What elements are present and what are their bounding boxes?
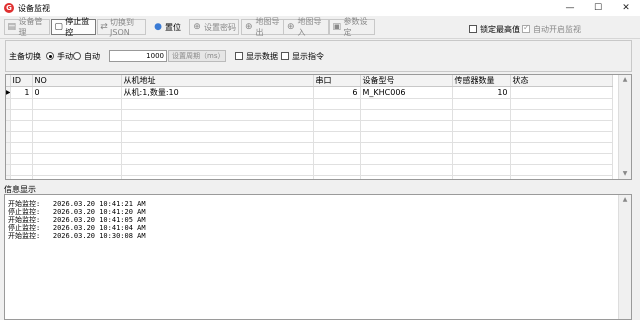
table-row-empty bbox=[6, 175, 613, 179]
map-import-label: 地图导入 bbox=[297, 17, 322, 37]
app-logo-icon: G bbox=[4, 3, 14, 13]
table-row-empty bbox=[6, 120, 613, 132]
show-data-checkbox[interactable] bbox=[235, 52, 243, 60]
cell-no[interactable]: 0 bbox=[32, 86, 122, 99]
scroll-up-arrow-icon[interactable]: ▲ bbox=[619, 75, 631, 85]
column-header-id[interactable]: ID bbox=[10, 75, 33, 87]
auto-start-monitor-checkbox[interactable] bbox=[522, 23, 530, 33]
password-icon: ⊕ bbox=[193, 22, 201, 32]
settings-icon: ▣ bbox=[332, 22, 342, 32]
cell-sensor-count[interactable]: 10 bbox=[452, 86, 511, 99]
lock-max-checkbox[interactable] bbox=[469, 25, 477, 33]
table-header-row: ID NO 从机地址 串口 设备型号 传感器数量 状态 bbox=[6, 75, 613, 87]
minimize-button[interactable]: — bbox=[556, 0, 584, 16]
stop-monitor-label: 停止监控 bbox=[65, 17, 90, 37]
reset-label: 置位 bbox=[165, 22, 181, 32]
map-export-button[interactable]: ⊕ 地图导出 bbox=[241, 17, 287, 37]
manual-label: 手动 bbox=[57, 52, 73, 61]
interval-input[interactable]: 1000 bbox=[109, 50, 167, 62]
cell-port[interactable]: 6 bbox=[313, 86, 361, 99]
column-header-sensor-count[interactable]: 传感器数量 bbox=[452, 75, 511, 87]
column-header-device-model[interactable]: 设备型号 bbox=[360, 75, 453, 87]
auto-start-monitor-label: 自动开启监视 bbox=[533, 25, 581, 34]
reset-button[interactable]: ● 置位 bbox=[150, 19, 186, 35]
table-row-empty bbox=[6, 153, 613, 165]
map-export-label: 地图导出 bbox=[255, 17, 280, 37]
table-row-empty bbox=[6, 131, 613, 143]
auto-label: 自动 bbox=[84, 52, 100, 61]
lock-max-label: 锁定最高值 bbox=[480, 25, 520, 34]
cell-id[interactable]: 1 bbox=[10, 86, 33, 99]
stop-monitor-button[interactable]: ▢ 停止监控 bbox=[51, 17, 96, 37]
set-password-button[interactable]: ⊕ 设置密码 bbox=[189, 19, 239, 35]
show-command-checkbox[interactable] bbox=[281, 52, 289, 60]
table-row[interactable]: ▶ 1 0 从机:1,数量:10 6 M_KHC006 10 bbox=[6, 86, 613, 99]
table-vertical-scrollbar[interactable]: ▲ ▼ bbox=[618, 75, 631, 179]
manual-radio[interactable] bbox=[46, 52, 54, 60]
param-settings-button[interactable]: ▣ 参数设定 bbox=[329, 17, 375, 37]
log-vertical-scrollbar[interactable]: ▲ bbox=[618, 195, 631, 319]
info-log-textarea[interactable]: 开始监控: 2026.03.20 10:41:21 AM 停止监控: 2026.… bbox=[4, 194, 632, 320]
cell-slave-address[interactable]: 从机:1,数量:10 bbox=[121, 86, 314, 99]
scroll-down-arrow-icon[interactable]: ▼ bbox=[619, 169, 631, 179]
device-list-icon: ▤ bbox=[7, 22, 17, 32]
param-settings-label: 参数设定 bbox=[343, 17, 368, 37]
scroll-up-arrow-icon[interactable]: ▲ bbox=[619, 195, 631, 205]
column-header-port[interactable]: 串口 bbox=[313, 75, 361, 87]
cell-device-model[interactable]: M_KHC006 bbox=[360, 86, 453, 99]
cell-status[interactable] bbox=[510, 86, 613, 99]
device-table[interactable]: ID NO 从机地址 串口 设备型号 传感器数量 状态 ▶ 1 0 从机:1,数… bbox=[5, 74, 632, 180]
log-line: 开始监控: 2026.03.20 10:30:08 AM bbox=[8, 232, 146, 240]
export-icon: ⊕ bbox=[244, 22, 253, 32]
close-button[interactable]: ✕ bbox=[612, 0, 640, 16]
table-row-empty bbox=[6, 98, 613, 110]
master-switch-label: 主备切换 bbox=[9, 52, 41, 61]
set-password-label: 设置密码 bbox=[204, 22, 236, 32]
title-bar: G 设备监视 — ☐ ✕ bbox=[0, 0, 640, 16]
set-interval-button[interactable]: 设置周期（ms） bbox=[168, 50, 226, 62]
column-header-status[interactable]: 状态 bbox=[510, 75, 613, 87]
stop-square-icon: ▢ bbox=[54, 22, 63, 32]
column-header-slave-address[interactable]: 从机地址 bbox=[121, 75, 314, 87]
table-row-empty bbox=[6, 142, 613, 154]
maximize-button[interactable]: ☐ bbox=[584, 0, 612, 16]
reset-circle-icon: ● bbox=[154, 22, 162, 32]
control-panel: 主备切换 手动 自动 1000 设置周期（ms） 显示数据 显示指令 bbox=[5, 40, 632, 72]
map-import-button[interactable]: ⊕ 地图导入 bbox=[283, 17, 329, 37]
device-management-button[interactable]: ▤ 设备管理 bbox=[4, 17, 50, 37]
switch-json-button[interactable]: ⇄ 切换到JSON bbox=[97, 18, 146, 37]
window-title: 设备监视 bbox=[18, 4, 50, 13]
auto-radio[interactable] bbox=[73, 52, 81, 60]
switch-icon: ⇄ bbox=[100, 22, 108, 32]
switch-json-label: 切换到JSON bbox=[110, 18, 134, 37]
device-management-label: 设备管理 bbox=[18, 17, 43, 37]
column-header-no[interactable]: NO bbox=[32, 75, 122, 87]
toolbar: ▤ 设备管理 ▢ 停止监控 ⇄ 切换到JSON ● 置位 ⊕ 设置密码 ⊕ 地图… bbox=[0, 16, 640, 39]
show-data-label: 显示数据 bbox=[246, 52, 278, 61]
table-row-empty bbox=[6, 164, 613, 176]
import-icon: ⊕ bbox=[286, 22, 295, 32]
table-row-empty bbox=[6, 109, 613, 121]
show-command-label: 显示指令 bbox=[292, 52, 324, 61]
